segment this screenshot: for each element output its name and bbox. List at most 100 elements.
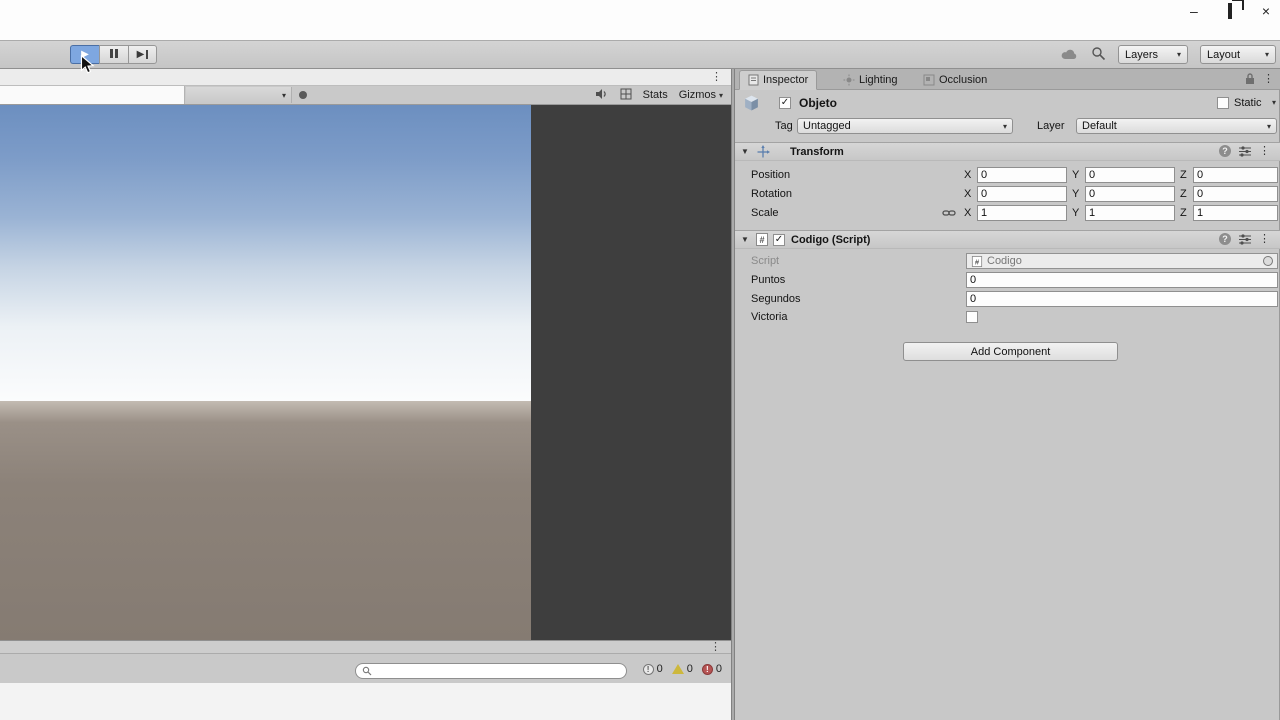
presets-icon[interactable] bbox=[1239, 145, 1251, 157]
foldout-icon[interactable]: ▼ bbox=[741, 235, 749, 244]
tab-lighting[interactable]: Lighting bbox=[835, 70, 906, 90]
inspector-tab-icon bbox=[748, 74, 759, 86]
stats-button[interactable]: Stats bbox=[643, 89, 668, 101]
console-counts: ! 0 0 ! 0 bbox=[642, 663, 722, 675]
component-menu-icon[interactable]: ⋮ bbox=[1259, 145, 1270, 157]
restore-button[interactable] bbox=[1227, 3, 1232, 19]
object-picker-icon[interactable] bbox=[1263, 256, 1273, 266]
scale-x-field[interactable]: 1 bbox=[977, 205, 1067, 221]
script-component-header[interactable]: ▼ # ✓ Codigo (Script) ? ⋮ bbox=[735, 230, 1280, 249]
transform-title: Transform bbox=[790, 146, 844, 158]
warning-count: 0 bbox=[686, 663, 693, 675]
script-object-field[interactable]: # Codigo bbox=[966, 253, 1278, 269]
step-icon: ▶ bbox=[136, 49, 145, 60]
segundos-label: Segundos bbox=[751, 293, 801, 305]
position-x-field[interactable]: 0 bbox=[977, 167, 1067, 183]
help-icon[interactable]: ? bbox=[1219, 145, 1231, 157]
rotation-row: Rotation X 0 Y 0 Z 0 bbox=[735, 186, 1280, 203]
layer-label: Layer bbox=[1037, 120, 1065, 132]
static-label: Static bbox=[1234, 97, 1262, 109]
chevron-down-icon: ▾ bbox=[1176, 50, 1181, 59]
victoria-label: Victoria bbox=[751, 311, 788, 323]
game-viewport[interactable] bbox=[0, 105, 531, 640]
static-dropdown-icon[interactable]: ▾ bbox=[1272, 98, 1276, 107]
rotation-y-field[interactable]: 0 bbox=[1085, 186, 1175, 202]
link-icon[interactable] bbox=[942, 207, 956, 222]
console-search-input[interactable] bbox=[376, 665, 620, 677]
collab-icon[interactable] bbox=[1060, 47, 1079, 63]
script-field-label: Script bbox=[751, 255, 780, 267]
pause-button[interactable] bbox=[99, 45, 128, 64]
bottom-panel-tabbar: ⋮ bbox=[0, 640, 731, 653]
layout-label: Layout bbox=[1207, 48, 1241, 61]
inspector-menu-icon[interactable]: ⋮ bbox=[1263, 73, 1274, 85]
foldout-icon[interactable]: ▼ bbox=[741, 147, 749, 156]
bottom-panel-menu-icon[interactable]: ⋮ bbox=[710, 640, 721, 653]
gizmos-dropdown[interactable]: Gizmos ▾ bbox=[679, 89, 723, 101]
scale-z-field[interactable]: 1 bbox=[1193, 205, 1278, 221]
mute-audio-icon[interactable] bbox=[595, 88, 609, 103]
victoria-row: Victoria bbox=[735, 309, 1280, 326]
scale-label: Scale bbox=[751, 207, 779, 219]
transform-component-header[interactable]: ▼ Transform ? ⋮ bbox=[735, 142, 1280, 161]
script-enabled-checkbox[interactable]: ✓ bbox=[773, 234, 785, 246]
game-view-toolbar: ▾ Stats Gizmos ▾ bbox=[0, 86, 731, 105]
tab-inspector[interactable]: Inspector bbox=[739, 70, 818, 90]
tab-occlusion[interactable]: Occlusion bbox=[915, 70, 995, 90]
warning-count-toggle[interactable]: 0 bbox=[671, 663, 693, 675]
play-button[interactable]: ▶ bbox=[70, 45, 99, 64]
position-row: Position X 0 Y 0 Z 0 bbox=[735, 167, 1280, 184]
check-icon: ✓ bbox=[774, 234, 784, 245]
victoria-checkbox[interactable] bbox=[966, 311, 978, 323]
component-menu-icon[interactable]: ⋮ bbox=[1259, 233, 1270, 245]
layer-dropdown[interactable]: Default ▾ bbox=[1076, 118, 1277, 134]
help-icon[interactable]: ? bbox=[1219, 233, 1231, 245]
axis-x-label: X bbox=[964, 207, 972, 219]
segundos-row: Segundos 0 bbox=[735, 291, 1280, 308]
lighting-tab-icon bbox=[843, 74, 855, 86]
segundos-field[interactable]: 0 bbox=[966, 291, 1278, 307]
game-panel-menu-icon[interactable]: ⋮ bbox=[711, 70, 722, 83]
step-button[interactable]: ▶ bbox=[128, 45, 157, 64]
script-title: Codigo (Script) bbox=[791, 234, 871, 246]
static-checkbox[interactable] bbox=[1217, 97, 1229, 109]
scale-y-field[interactable]: 1 bbox=[1085, 205, 1175, 221]
window-controls: – × bbox=[1190, 2, 1270, 20]
gameobject-name-field[interactable]: Objeto bbox=[799, 96, 837, 110]
scale-slider-knob[interactable] bbox=[299, 91, 307, 99]
position-y-field[interactable]: 0 bbox=[1085, 167, 1175, 183]
puntos-field[interactable]: 0 bbox=[966, 272, 1278, 288]
main-toolbar: ▶ ▶ Layers ▾ Layout ▾ bbox=[0, 40, 1280, 69]
aspect-dropdown[interactable]: ▾ bbox=[186, 87, 292, 103]
tag-layer-row: Tag Untagged ▾ Layer Default ▾ bbox=[735, 118, 1280, 135]
search-icon[interactable] bbox=[1091, 46, 1106, 64]
chevron-down-icon: ▾ bbox=[1266, 121, 1271, 131]
add-component-button[interactable]: Add Component bbox=[903, 342, 1118, 361]
error-count-toggle[interactable]: ! 0 bbox=[701, 663, 722, 675]
tag-dropdown[interactable]: Untagged ▾ bbox=[797, 118, 1013, 134]
titlebar: – × bbox=[0, 0, 1280, 40]
axis-z-label: Z bbox=[1180, 207, 1187, 219]
layers-dropdown[interactable]: Layers ▾ bbox=[1118, 45, 1188, 64]
presets-icon[interactable] bbox=[1239, 233, 1251, 245]
rotation-z-field[interactable]: 0 bbox=[1193, 186, 1278, 202]
rotation-x-field[interactable]: 0 bbox=[977, 186, 1067, 202]
display-dropdown[interactable] bbox=[0, 86, 185, 104]
console-search-field[interactable] bbox=[355, 663, 627, 679]
gameobject-enabled-checkbox[interactable]: ✓ bbox=[779, 97, 791, 109]
gameobject-cube-icon[interactable] bbox=[743, 94, 760, 115]
info-count-toggle[interactable]: ! 0 bbox=[642, 663, 663, 675]
chevron-down-icon: ▾ bbox=[281, 90, 286, 100]
inspector-panel: Inspector Lighting Occlusion ⋮ ✓ Objeto … bbox=[735, 69, 1280, 720]
tag-value: Untagged bbox=[803, 120, 851, 132]
layout-dropdown[interactable]: Layout ▾ bbox=[1200, 45, 1276, 64]
position-z-field[interactable]: 0 bbox=[1193, 167, 1278, 183]
playmode-controls: ▶ ▶ bbox=[70, 45, 157, 64]
tab-label: Inspector bbox=[763, 74, 809, 86]
lock-icon[interactable] bbox=[1245, 72, 1255, 85]
close-button[interactable]: × bbox=[1262, 2, 1270, 20]
vsync-grid-icon[interactable] bbox=[620, 88, 632, 103]
chevron-down-icon: ▾ bbox=[1002, 121, 1007, 131]
minimize-button[interactable]: – bbox=[1190, 2, 1198, 20]
layers-label: Layers bbox=[1125, 48, 1159, 61]
